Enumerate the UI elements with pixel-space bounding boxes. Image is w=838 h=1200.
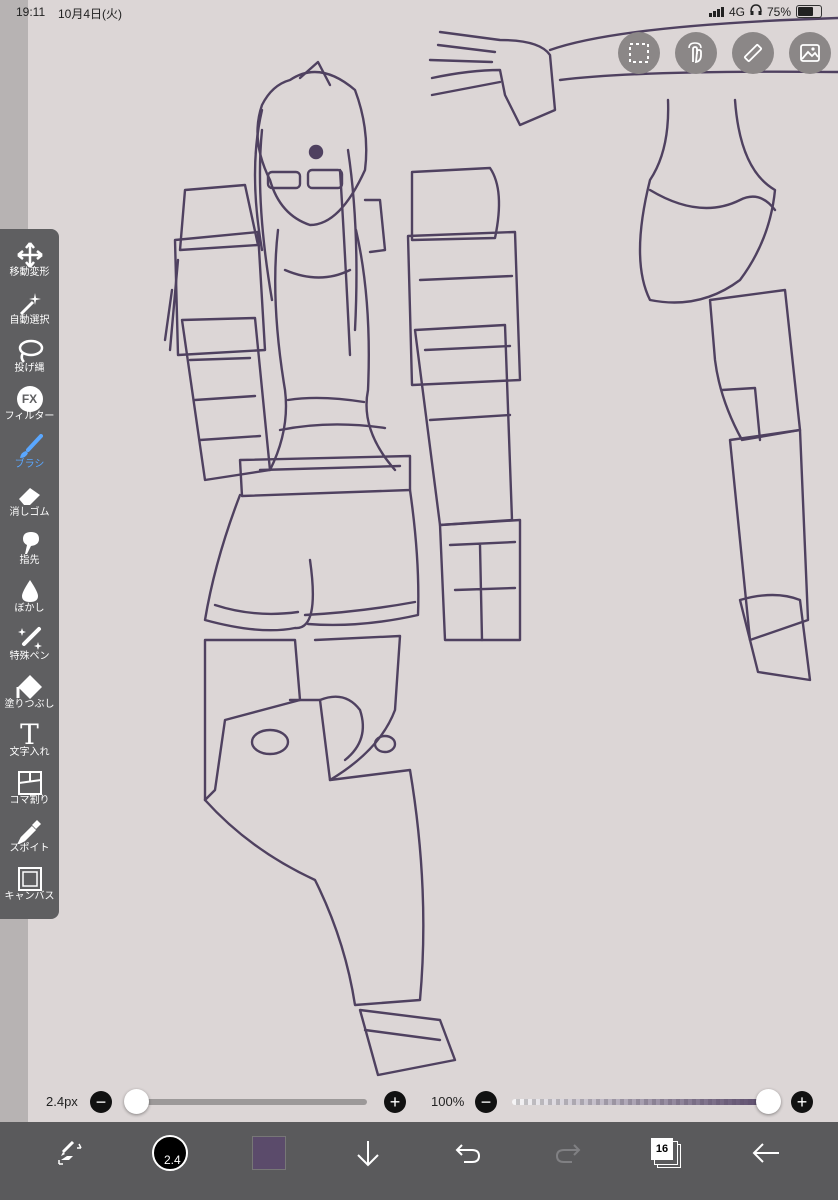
battery-percent: 75% (766, 4, 791, 19)
gesture-icon (688, 42, 702, 64)
tool-brush[interactable]: ブラシ (0, 427, 59, 475)
tool-label: キャンバス (4, 891, 55, 902)
back-button[interactable] (746, 1132, 786, 1174)
tool-label: フィルター (4, 411, 55, 422)
sparkle-pen-icon (10, 625, 50, 653)
selection-icon (629, 43, 649, 63)
text-icon-glyph: T (20, 718, 39, 751)
brush-preview-icon: 2.4 (152, 1135, 188, 1171)
status-date: 10月4日(火) (58, 7, 123, 21)
lasso-icon (10, 337, 50, 365)
tool-label: 移動変形 (9, 267, 50, 278)
tool-fill[interactable]: 塗りつぶし (0, 667, 59, 715)
battery-icon (796, 5, 822, 18)
status-right: 4G 75% (708, 4, 822, 19)
tool-smudge[interactable]: 指先 (0, 523, 59, 571)
tool-eraser[interactable]: 消しゴム (0, 475, 59, 523)
opacity-value: 100% (431, 1094, 465, 1109)
download-button[interactable] (348, 1132, 388, 1174)
tool-text[interactable]: T 文字入れ (0, 715, 59, 763)
tool-move-transform[interactable]: 移動変形 (0, 235, 59, 283)
layer-count: 16 (651, 1138, 673, 1160)
brush-size-badge: 2.4 (164, 1153, 181, 1167)
finger-icon (10, 529, 50, 557)
tool-label: 塗りつぶし (4, 699, 55, 710)
tool-label: 特殊ペン (9, 651, 50, 662)
droplet-icon (10, 577, 50, 605)
tool-special-pen[interactable]: 特殊ペン (0, 619, 59, 667)
tool-blur[interactable]: ぼかし (0, 571, 59, 619)
tool-label: ぼかし (14, 603, 45, 614)
opacity-knob[interactable] (756, 1089, 781, 1114)
magic-wand-icon (10, 289, 50, 317)
brush-size-slider[interactable] (135, 1099, 367, 1105)
status-time: 19:11 (16, 5, 46, 19)
sketch-line-art (163, 16, 838, 1077)
canvas-icon (10, 865, 50, 893)
color-button[interactable] (249, 1132, 289, 1174)
brush-icon (10, 433, 50, 461)
fx-icon-text: FX (16, 386, 43, 412)
eyedropper-icon (10, 817, 50, 845)
tool-auto-select[interactable]: 自動選択 (0, 283, 59, 331)
tool-canvas[interactable]: キャンバス (0, 859, 59, 907)
brush-size-knob[interactable] (124, 1089, 149, 1114)
brush-size-badge-button[interactable]: 2.4 (150, 1132, 190, 1174)
tool-eyedropper[interactable]: スポイト (0, 811, 59, 859)
tool-panel[interactable]: コマ割り (0, 763, 59, 811)
quick-tools-button[interactable] (50, 1132, 90, 1174)
layers-button[interactable]: 16 (646, 1132, 686, 1174)
bottom-toolbar (0, 1122, 838, 1200)
gesture-button[interactable] (675, 32, 717, 74)
tool-label: コマ割り (9, 795, 50, 806)
status-bar: 19:11 10月4日(火) 4G 75% (0, 0, 838, 24)
tool-label: 自動選択 (9, 315, 50, 326)
arrow-left-icon (752, 1143, 779, 1163)
tool-label: ブラシ (14, 459, 45, 470)
brush-size-minus-button[interactable]: − (90, 1091, 112, 1113)
tool-label: 投げ縄 (14, 363, 45, 374)
arrow-down-icon (357, 1141, 379, 1167)
bucket-icon (10, 673, 50, 701)
quick-tools-icon (58, 1140, 82, 1165)
eraser-icon (10, 481, 50, 509)
brush-size-plus-button[interactable]: + (384, 1091, 406, 1113)
tool-label: 指先 (19, 555, 40, 566)
material-button[interactable] (789, 32, 831, 74)
tool-label: 消しゴム (9, 507, 50, 518)
tool-label: 文字入れ (9, 747, 50, 758)
layers-icon: 16 (651, 1138, 681, 1168)
ruler-button[interactable] (732, 32, 774, 74)
undo-button[interactable] (448, 1132, 488, 1174)
network-label: 4G (728, 4, 745, 19)
selection-button[interactable] (618, 32, 660, 74)
tool-palette: 移動変形 自動選択 投げ縄 FX フィルター ブラシ 消しゴム 指先 ぼかし 特… (0, 229, 59, 919)
ruler-icon (744, 44, 762, 62)
current-color-swatch (252, 1136, 286, 1170)
tool-label: スポイト (9, 843, 50, 854)
opacity-slider[interactable] (512, 1099, 768, 1105)
brush-size-value: 2.4px (46, 1094, 78, 1109)
text-icon: T (10, 721, 50, 749)
headphones-icon (750, 4, 762, 19)
opacity-plus-button[interactable]: + (791, 1091, 813, 1113)
tool-lasso[interactable]: 投げ縄 (0, 331, 59, 379)
tool-filter[interactable]: FX フィルター (0, 379, 59, 427)
opacity-minus-button[interactable]: − (475, 1091, 497, 1113)
redo-button[interactable] (548, 1132, 588, 1174)
fx-icon: FX (10, 385, 50, 413)
material-icon (800, 44, 820, 62)
signal-icon (708, 6, 724, 17)
undo-icon (455, 1144, 481, 1163)
redo-icon (555, 1144, 581, 1163)
panel-icon (10, 769, 50, 797)
move-arrows-icon (10, 241, 50, 269)
